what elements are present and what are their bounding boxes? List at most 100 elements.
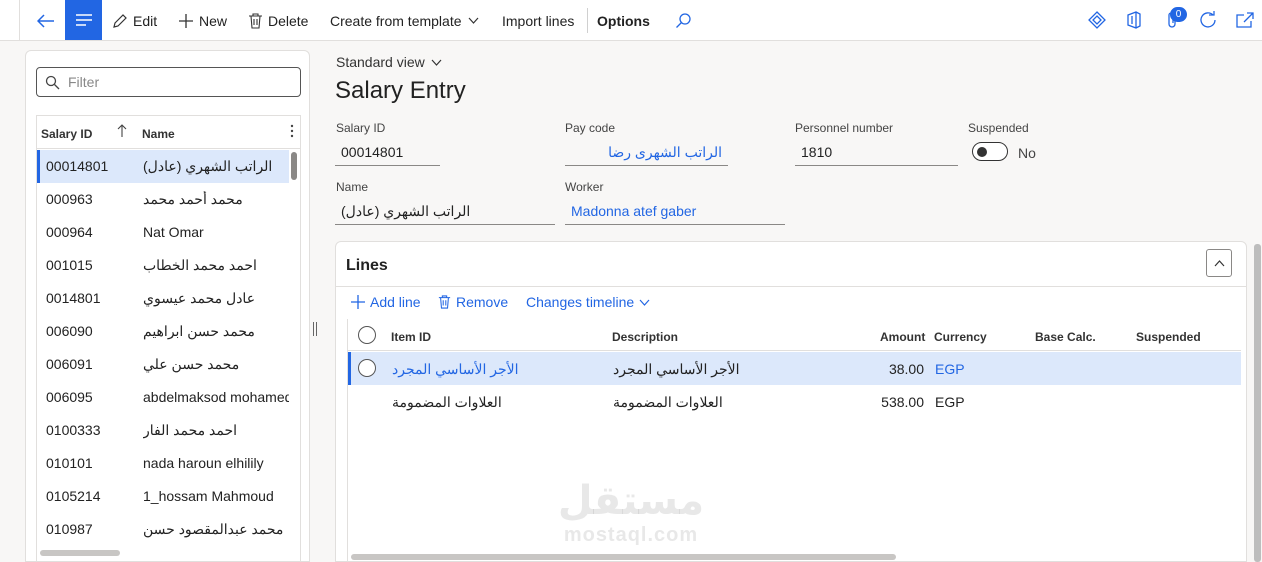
name-cell: محمد أحمد محمد [143, 191, 243, 207]
toolbar-edge [0, 0, 20, 41]
changes-timeline-button[interactable]: Changes timeline [526, 294, 650, 310]
arrow-left-icon [37, 14, 54, 28]
name-cell: احمد محمد الخطاب [143, 257, 257, 273]
name-label: Name [336, 180, 369, 194]
column-header-description[interactable]: Description [612, 330, 678, 344]
lines-title: Lines [346, 257, 388, 274]
power-apps-button[interactable] [1085, 8, 1109, 32]
column-header-currency[interactable]: Currency [934, 330, 987, 344]
table-row[interactable]: العلاوات المضمومة العلاوات المضمومة 538.00… [348, 385, 1241, 418]
table-row[interactable]: الأجر الأساسي المجرد الأجر الأساسي المجرد… [348, 352, 1241, 385]
personnel-number-field[interactable]: 1810 [795, 140, 958, 166]
list-item[interactable]: 0100333 احمد محمد الفار [37, 414, 289, 447]
navigation-menu-button[interactable] [65, 0, 102, 40]
new-button[interactable]: New [178, 0, 227, 41]
chevron-down-icon [639, 299, 650, 306]
column-header-name[interactable]: Name [142, 127, 175, 141]
watermark-logo: مستقل mostaql.com [556, 478, 706, 552]
list-item[interactable]: 0014801 عادل محمد عيسوي [37, 282, 289, 315]
page-vertical-scrollbar[interactable] [1254, 244, 1261, 562]
filter-input[interactable]: Filter [36, 67, 301, 97]
view-selector[interactable]: Standard view [336, 54, 442, 70]
vertical-scrollbar[interactable] [291, 152, 297, 180]
import-lines-button[interactable]: Import lines [502, 0, 574, 41]
column-header-amount[interactable]: Amount [880, 330, 925, 344]
salary-id-label: Salary ID [336, 121, 386, 135]
add-line-button[interactable]: Add line [351, 294, 421, 310]
name-field-text: الراتب الشهري (عادل) [341, 203, 471, 219]
name-cell: abdelmaksod mohamed [143, 389, 289, 405]
pane-splitter[interactable] [313, 322, 317, 336]
list-item[interactable]: 000964 Nat Omar [37, 216, 289, 249]
refresh-button[interactable] [1196, 8, 1220, 32]
back-button[interactable] [30, 6, 62, 36]
suspended-label: Suspended [968, 121, 1029, 135]
create-from-template-button[interactable]: Create from template [330, 0, 479, 41]
sort-ascending-icon[interactable] [117, 124, 127, 141]
remove-label: Remove [456, 294, 509, 310]
edit-button[interactable]: Edit [112, 0, 157, 41]
salary-id-cell: 0105214 [46, 488, 101, 504]
open-new-window-button[interactable] [1233, 8, 1257, 32]
horizontal-scrollbar[interactable] [351, 554, 896, 560]
list-item[interactable]: 001015 احمد محمد الخطاب [37, 249, 289, 282]
list-item[interactable]: 006090 محمد حسن ابراهيم [37, 315, 289, 348]
salary-id-cell: 006090 [46, 323, 93, 339]
list-item[interactable]: 010101 nada haroun elhilily [37, 447, 289, 480]
personnel-number-label: Personnel number [795, 121, 894, 135]
horizontal-scrollbar[interactable] [40, 550, 120, 556]
chevron-down-icon [468, 17, 478, 24]
name-cell: Nat Omar [143, 224, 204, 240]
name-cell: الراتب الشهري (عادل) [143, 158, 273, 174]
name-field[interactable]: الراتب الشهري (عادل) [335, 199, 555, 225]
list-item[interactable]: 010987 محمد عبدالمقصود حسن [37, 513, 289, 546]
pop-out-icon [1236, 12, 1254, 28]
column-header-base-calc[interactable]: Base Calc. [1035, 330, 1096, 344]
trash-icon [249, 12, 262, 29]
select-all-radio[interactable] [358, 326, 376, 344]
list-item[interactable]: 00014801 الراتب الشهري (عادل) [37, 150, 289, 183]
add-line-label: Add line [370, 294, 421, 310]
salary-id-field[interactable]: 00014801 [335, 140, 440, 166]
search-icon [676, 13, 691, 28]
column-header-item-id[interactable]: Item ID [391, 330, 431, 344]
action-pane: Edit New Delete Create from template Imp… [0, 0, 1262, 41]
edit-label: Edit [133, 12, 158, 29]
salary-id-cell: 006091 [46, 356, 93, 372]
currency-cell: EGP [935, 361, 965, 377]
name-cell: 1_hossam Mahmoud [143, 488, 274, 504]
office-button[interactable] [1122, 8, 1146, 32]
name-cell: احمد محمد الفار [143, 422, 238, 438]
salary-id-cell: 010987 [46, 521, 93, 537]
office-icon [1127, 11, 1141, 29]
name-cell: محمد حسن علي [143, 356, 240, 372]
filter-placeholder: Filter [68, 74, 100, 90]
grid-header: Salary ID Name [37, 116, 300, 149]
trash-icon [438, 295, 451, 309]
description-cell: الأجر الأساسي المجرد [613, 361, 740, 377]
name-cell: nada haroun elhilily [143, 455, 264, 471]
list-item[interactable]: 000963 محمد أحمد محمد [37, 183, 289, 216]
watermark-arabic: مستقل [557, 478, 705, 524]
options-tab[interactable]: Options [597, 0, 650, 41]
list-item[interactable]: 006091 محمد حسن علي [37, 348, 289, 381]
amount-cell: 538.00 [881, 394, 924, 410]
row-select-radio[interactable] [358, 359, 376, 377]
suspended-toggle[interactable] [972, 142, 1008, 161]
delete-button[interactable]: Delete [248, 0, 308, 41]
pencil-icon [113, 13, 127, 28]
salary-id-cell: 000963 [46, 191, 93, 207]
list-item[interactable]: 0105214 1_hossam Mahmoud [37, 480, 289, 513]
remove-button[interactable]: Remove [438, 294, 508, 310]
column-header-suspended[interactable]: Suspended [1136, 330, 1201, 344]
column-header-salary-id[interactable]: Salary ID [41, 127, 92, 141]
list-item[interactable]: 006095 abdelmaksod mohamed [37, 381, 289, 414]
attachment-count-badge: 0 [1170, 7, 1187, 22]
salary-id-cell: 0100333 [46, 422, 101, 438]
pay-code-field[interactable]: الراتب الشهرى رضا [565, 140, 728, 166]
more-options-icon[interactable] [290, 124, 294, 141]
worker-field[interactable]: Madonna atef gaber [565, 199, 785, 225]
salary-id-cell: 010101 [46, 455, 93, 471]
search-button[interactable] [675, 0, 697, 41]
collapse-button[interactable] [1206, 249, 1232, 277]
